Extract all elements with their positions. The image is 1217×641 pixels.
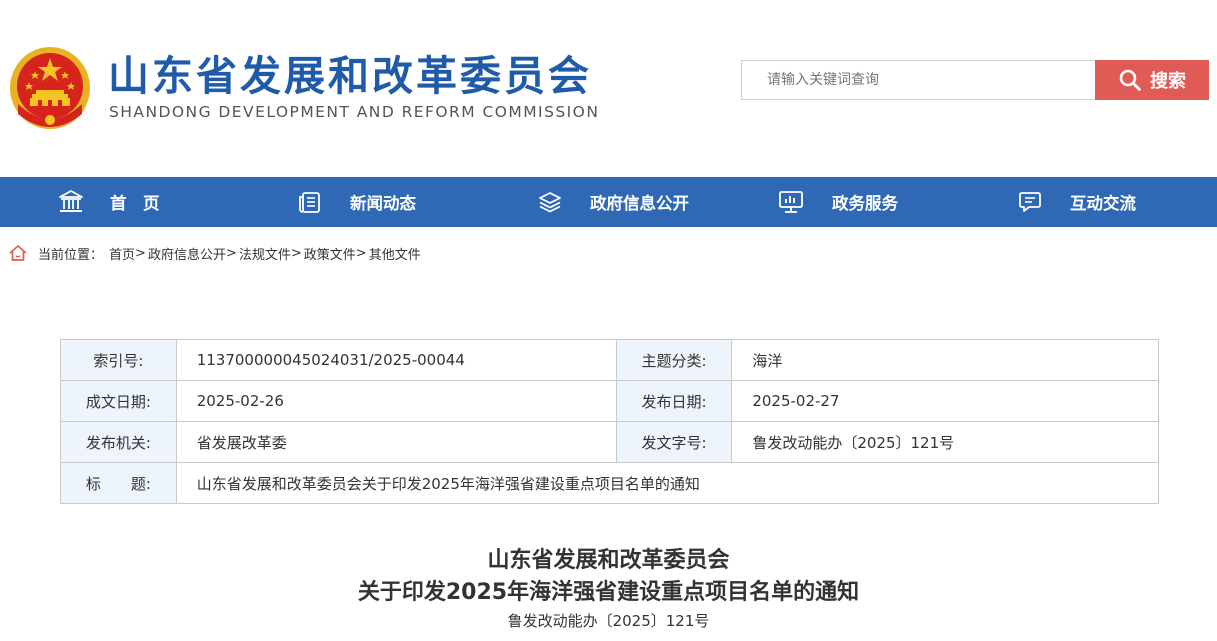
- search-button-label: 搜索: [1150, 71, 1186, 92]
- article-doc-number: 鲁发改动能办〔2025〕121号: [507, 612, 710, 630]
- index-label: 索引号:: [60, 339, 177, 381]
- title-label: 标 题:: [60, 462, 177, 504]
- breadcrumb-link-other[interactable]: 其他文件: [369, 244, 421, 263]
- issuing-org-value: 省发展改革委: [175, 421, 617, 463]
- monitor-chart-icon: [779, 191, 803, 213]
- table-row: 索引号: 11370000004502403​1/2025-00044 主题分类…: [60, 339, 1159, 381]
- issuing-org-label: 发布机关:: [60, 421, 177, 463]
- article-title-line1: 山东省发展和改革委员会: [487, 548, 730, 573]
- main-nav: 首 页 新闻动态 政府信息公开 政务服务 互动交流: [0, 177, 1217, 227]
- title-value: 山东省发展和改革委员会关于印发2025年海洋强省建设重点项目名单的通知: [175, 462, 1160, 504]
- breadcrumb-separator: >: [135, 245, 146, 261]
- category-label: 主题分类:: [615, 339, 733, 381]
- document-info-table: 索引号: 11370000004502403​1/2025-00044 主题分类…: [60, 339, 1160, 504]
- category-value: 海洋: [731, 339, 1159, 381]
- created-date-label: 成文日期:: [60, 380, 177, 422]
- breadcrumb-link-home[interactable]: 首页: [109, 244, 135, 263]
- breadcrumb: 当前位置： 首页 > 政府信息公开 > 法规文件 > 政策文件 > 其他文件: [8, 242, 421, 264]
- nav-item-news-label: 新闻动态: [350, 194, 416, 213]
- table-row: 发布机关: 省发展改革委 发文字号: 鲁发改动能办〔2025〕121号: [60, 421, 1159, 463]
- index-value: 11370000004502403​1/2025-00044: [175, 339, 617, 381]
- nav-item-services[interactable]: 政务服务: [778, 177, 898, 227]
- nav-item-home[interactable]: 首 页: [58, 177, 160, 227]
- layers-icon: [539, 192, 561, 213]
- national-emblem-icon[interactable]: [8, 44, 92, 130]
- nav-item-services-label: 政务服务: [832, 194, 898, 213]
- nav-item-info-disclosure[interactable]: 政府信息公开: [538, 177, 689, 227]
- breadcrumb-separator: >: [225, 245, 237, 261]
- chat-bubble-icon: [1019, 192, 1041, 212]
- table-row: 标 题: 山东省发展和改革委员会关于印发2025年海洋强省建设重点项目名单的通知: [60, 462, 1160, 504]
- published-date-value: 2025-02-27: [731, 380, 1159, 422]
- created-date-value: 2025-02-26: [175, 380, 617, 422]
- breadcrumb-prefix: 当前位置：: [38, 247, 104, 263]
- breadcrumb-link-regulations[interactable]: 法规文件: [239, 244, 291, 263]
- breadcrumb-separator: >: [290, 245, 302, 261]
- table-row: 成文日期: 2025-02-26 发布日期: 2025-02-27: [60, 380, 1159, 422]
- search-input[interactable]: [742, 61, 1096, 99]
- search-box: [741, 60, 1096, 100]
- doc-number-value: 鲁发改动能办〔2025〕121号: [731, 421, 1159, 463]
- nav-item-interaction-label: 互动交流: [1070, 194, 1136, 213]
- breadcrumb-link-info-disclosure[interactable]: 政府信息公开: [148, 244, 226, 263]
- breadcrumb-separator: >: [355, 245, 367, 261]
- site-subtitle: SHANDONG DEVELOPMENT AND REFORM COMMISSI…: [109, 103, 600, 121]
- published-date-label: 发布日期:: [615, 380, 733, 422]
- home-icon: [9, 245, 27, 261]
- site-title: 山东省发展和改革委员会: [108, 52, 592, 100]
- nav-item-home-label: 首 页: [110, 194, 160, 213]
- doc-number-label: 发文字号:: [615, 421, 733, 463]
- document-list-icon: [299, 192, 320, 213]
- nav-item-interaction[interactable]: 互动交流: [1018, 177, 1136, 227]
- nav-item-info-disclosure-label: 政府信息公开: [590, 194, 689, 213]
- article-title-line2: 关于印发2025年海洋强省建设重点项目名单的通知: [357, 580, 860, 605]
- search-icon: [1119, 69, 1141, 91]
- search-button[interactable]: 搜索: [1095, 60, 1209, 100]
- building-icon: [59, 190, 83, 212]
- breadcrumb-link-policy[interactable]: 政策文件: [304, 244, 356, 263]
- site-header: 山东省发展和改革委员会 SHANDONG DEVELOPMENT AND REF…: [0, 0, 1217, 177]
- nav-item-news[interactable]: 新闻动态: [298, 177, 416, 227]
